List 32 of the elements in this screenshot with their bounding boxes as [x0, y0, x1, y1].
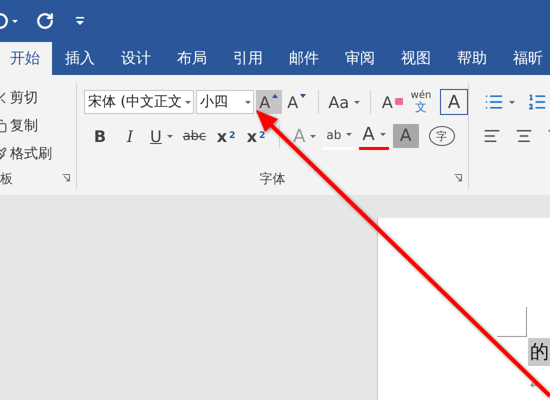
copy-button[interactable]: 复制 [0, 115, 76, 137]
ribbon-tab[interactable]: 审阅 [332, 42, 388, 75]
change-case-button[interactable]: Aa [326, 90, 362, 114]
pinyin-button[interactable]: wén 文 [408, 90, 434, 114]
grow-font-button[interactable]: A [256, 90, 282, 114]
character-border-button[interactable]: A [440, 89, 468, 115]
group-label: 板 [0, 171, 13, 188]
shrink-font-button[interactable]: A [284, 90, 310, 114]
italic-button[interactable]: I [117, 124, 143, 148]
font-color-button[interactable]: A [359, 122, 389, 150]
font-name-field[interactable]: 宋体 (中文正文 [84, 90, 194, 114]
superscript-button[interactable]: x$^{2}$ [243, 124, 270, 148]
ribbon-tab[interactable]: 设计 [108, 42, 164, 75]
ribbon-tab[interactable]: 邮件 [276, 42, 332, 75]
ribbon-tab[interactable]: 布局 [164, 42, 220, 75]
ribbon-tab[interactable]: 开始 [0, 42, 52, 75]
character-shading-button[interactable]: A [392, 124, 419, 148]
highlight-button[interactable]: ab [323, 122, 356, 150]
strike-button[interactable]: abc [180, 124, 210, 148]
bold-button[interactable]: B [87, 124, 113, 148]
group-label: 字体 [260, 171, 286, 188]
font-size-field[interactable]: 小四 [196, 90, 254, 114]
underline-button[interactable]: U [147, 124, 176, 148]
ribbon-tab[interactable]: 福昕 [500, 42, 550, 75]
ribbon-tab[interactable]: 视图 [388, 42, 444, 75]
painter-button[interactable]: 格式刷 [0, 143, 76, 165]
ribbon-tab[interactable]: 插入 [52, 42, 108, 75]
enclose-character-button[interactable]: 字 [428, 126, 455, 146]
cut-button[interactable]: 剪切 [0, 87, 76, 109]
ribbon-tab[interactable]: 引用 [220, 42, 276, 75]
clear-format-button[interactable]: A [378, 90, 406, 114]
ribbon-tab[interactable]: 帮助 [444, 42, 500, 75]
